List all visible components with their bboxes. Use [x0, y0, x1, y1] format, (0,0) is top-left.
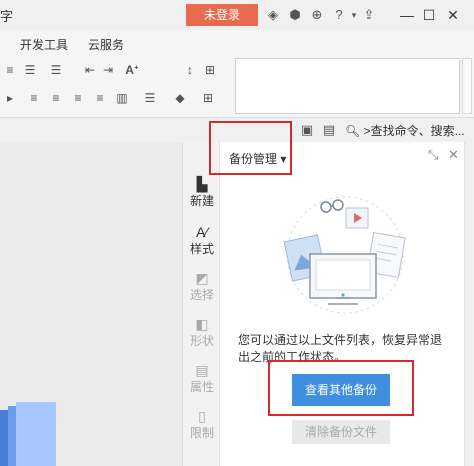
- rail-item-select: ◩ 选择: [183, 270, 221, 303]
- command-search[interactable]: 🔍︎ >查找命令、搜索...: [345, 122, 465, 139]
- panel-title: 备份管理: [229, 152, 278, 166]
- upload-icon[interactable]: ⇪: [360, 6, 378, 24]
- bullet-list-icon[interactable]: ☰: [20, 62, 40, 78]
- align-right-icon[interactable]: ≡: [68, 90, 88, 106]
- chevron-down-icon: ▾: [280, 152, 287, 166]
- rail-item-shape: ◧ 形状: [183, 316, 221, 349]
- show-marks-icon[interactable]: ⊞: [200, 62, 220, 78]
- rail-item-style[interactable]: A⁄ 样式: [183, 224, 221, 257]
- rail-item-label: 新建: [189, 194, 214, 208]
- menu-bar: 开发工具 云服务: [0, 30, 474, 56]
- command-search-label: >查找命令、搜索...: [363, 124, 465, 138]
- select-icon: ◩: [195, 270, 209, 286]
- window-title: 字: [0, 9, 14, 24]
- close-icon[interactable]: ✕: [448, 147, 459, 163]
- skin-icon[interactable]: ◈: [264, 6, 282, 24]
- style-gallery[interactable]: [235, 58, 460, 114]
- rail-item-label: 属性: [189, 380, 214, 394]
- panel-scrollbar[interactable]: [464, 142, 474, 466]
- share-icon[interactable]: ⊕: [308, 6, 326, 24]
- rail-item-new[interactable]: ▙ 新建: [183, 176, 221, 209]
- backup-manager-dropdown[interactable]: 备份管理 ▾: [229, 150, 286, 167]
- title-bar: 字 未登录 ◈ ⬢ ⊕ ? ▾ ⇪ — ☐ ✕: [0, 0, 474, 30]
- rail-item-label: 选择: [189, 288, 214, 302]
- side-rail: ▙ 新建 A⁄ 样式 ◩ 选择 ◧ 形状 ▤ 属性 ▯ 限制: [182, 142, 220, 466]
- border-icon[interactable]: ⊞: [198, 90, 218, 106]
- screen-icon[interactable]: ▣: [298, 121, 316, 139]
- comment-icon[interactable]: ▤: [320, 121, 338, 139]
- rail-item-restrict: ▯ 限制: [183, 408, 221, 441]
- property-icon: ▤: [195, 362, 209, 378]
- close-button[interactable]: ✕: [442, 4, 464, 26]
- outdent-icon[interactable]: ⇤: [80, 62, 100, 78]
- sort-icon[interactable]: ↕: [180, 62, 200, 78]
- menu-cloud-service[interactable]: 云服务: [88, 36, 124, 53]
- backup-illustration: [283, 196, 406, 314]
- align-left-icon[interactable]: ▸: [0, 90, 20, 106]
- hexagon-icon[interactable]: ⬢: [286, 6, 304, 24]
- rail-item-label: 形状: [189, 334, 214, 348]
- style-gallery-scroll[interactable]: [462, 58, 472, 114]
- rail-item-label: 样式: [189, 242, 214, 256]
- search-icon: 🔍︎: [345, 124, 361, 138]
- shape-icon: ◧: [195, 316, 209, 332]
- secondary-toolbar: ▣ ▤ 🔍︎ >查找命令、搜索...: [0, 118, 474, 142]
- backup-info-text: 您可以通过以上文件列表，恢复异常退出之前的工作状态。: [238, 333, 443, 364]
- view-other-backups-button[interactable]: 查看其他备份: [292, 374, 390, 406]
- new-doc-icon: ▙: [196, 176, 208, 192]
- minimize-button[interactable]: —: [396, 4, 418, 26]
- backup-panel: 备份管理 ▾ ⤡ ✕ 您可以通过以上文件列表，恢复异常退出之前的工作状态。 查看…: [220, 142, 464, 466]
- menu-developer-tools[interactable]: 开发工具: [20, 36, 68, 53]
- rail-item-label: 限制: [189, 426, 214, 440]
- login-button[interactable]: 未登录: [186, 4, 258, 26]
- rail-item-property: ▤ 属性: [183, 362, 221, 395]
- distribute-icon[interactable]: ≡: [90, 90, 110, 106]
- shading-icon[interactable]: ◆: [170, 90, 190, 106]
- maximize-button[interactable]: ☐: [418, 4, 440, 26]
- clear-backup-files-button: 清除备份文件: [292, 420, 390, 444]
- ribbon: ≡ ☰ ☰ ⇤ ⇥ Aᐩ ↕ ⊞ ▸ ≡ ≡ ≡ ≡ ▥ ☰ ◆ ⊞: [0, 56, 474, 118]
- line-spacing-icon[interactable]: ☰: [140, 90, 160, 106]
- book-icon: [0, 402, 56, 466]
- style-icon: A⁄: [196, 224, 208, 240]
- align-center-icon[interactable]: ≡: [46, 90, 66, 106]
- align-justify-icon[interactable]: ≡: [24, 90, 44, 106]
- indent-icon[interactable]: ⇥: [98, 62, 118, 78]
- numbered-list-icon[interactable]: ☰: [46, 62, 66, 78]
- collapse-icon[interactable]: ⤡: [428, 147, 438, 163]
- list-icon[interactable]: ≡: [0, 62, 20, 78]
- restrict-icon: ▯: [198, 408, 206, 424]
- font-size-icon[interactable]: Aᐩ: [122, 62, 142, 78]
- column-icon[interactable]: ▥: [112, 90, 132, 106]
